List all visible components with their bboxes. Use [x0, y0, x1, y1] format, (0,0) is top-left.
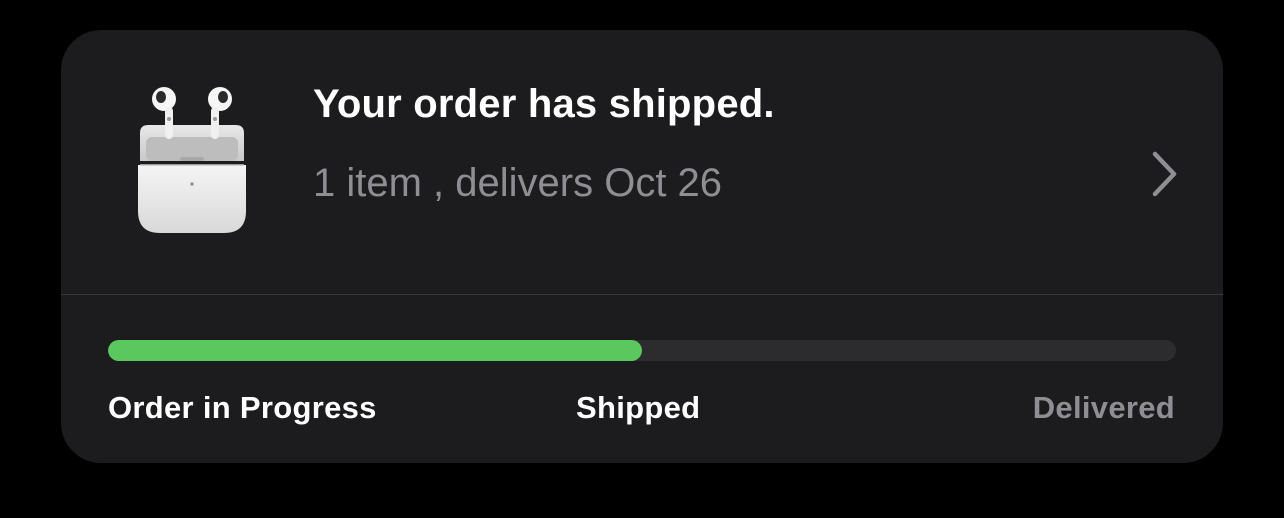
stage-shipped: Shipped — [576, 390, 701, 425]
progress-bar — [108, 340, 1176, 361]
divider — [61, 294, 1223, 295]
order-delivery-summary: 1 item , delivers Oct 26 — [313, 161, 723, 205]
order-status-card[interactable]: Your order has shipped. 1 item , deliver… — [61, 30, 1223, 463]
stage-order-in-progress: Order in Progress — [108, 390, 377, 425]
chevron-right-icon[interactable] — [1149, 150, 1179, 198]
airpods-icon — [138, 87, 246, 233]
order-title: Your order has shipped. — [313, 82, 775, 126]
progress-bar-fill — [108, 340, 642, 361]
stage-delivered: Delivered — [1032, 390, 1175, 425]
